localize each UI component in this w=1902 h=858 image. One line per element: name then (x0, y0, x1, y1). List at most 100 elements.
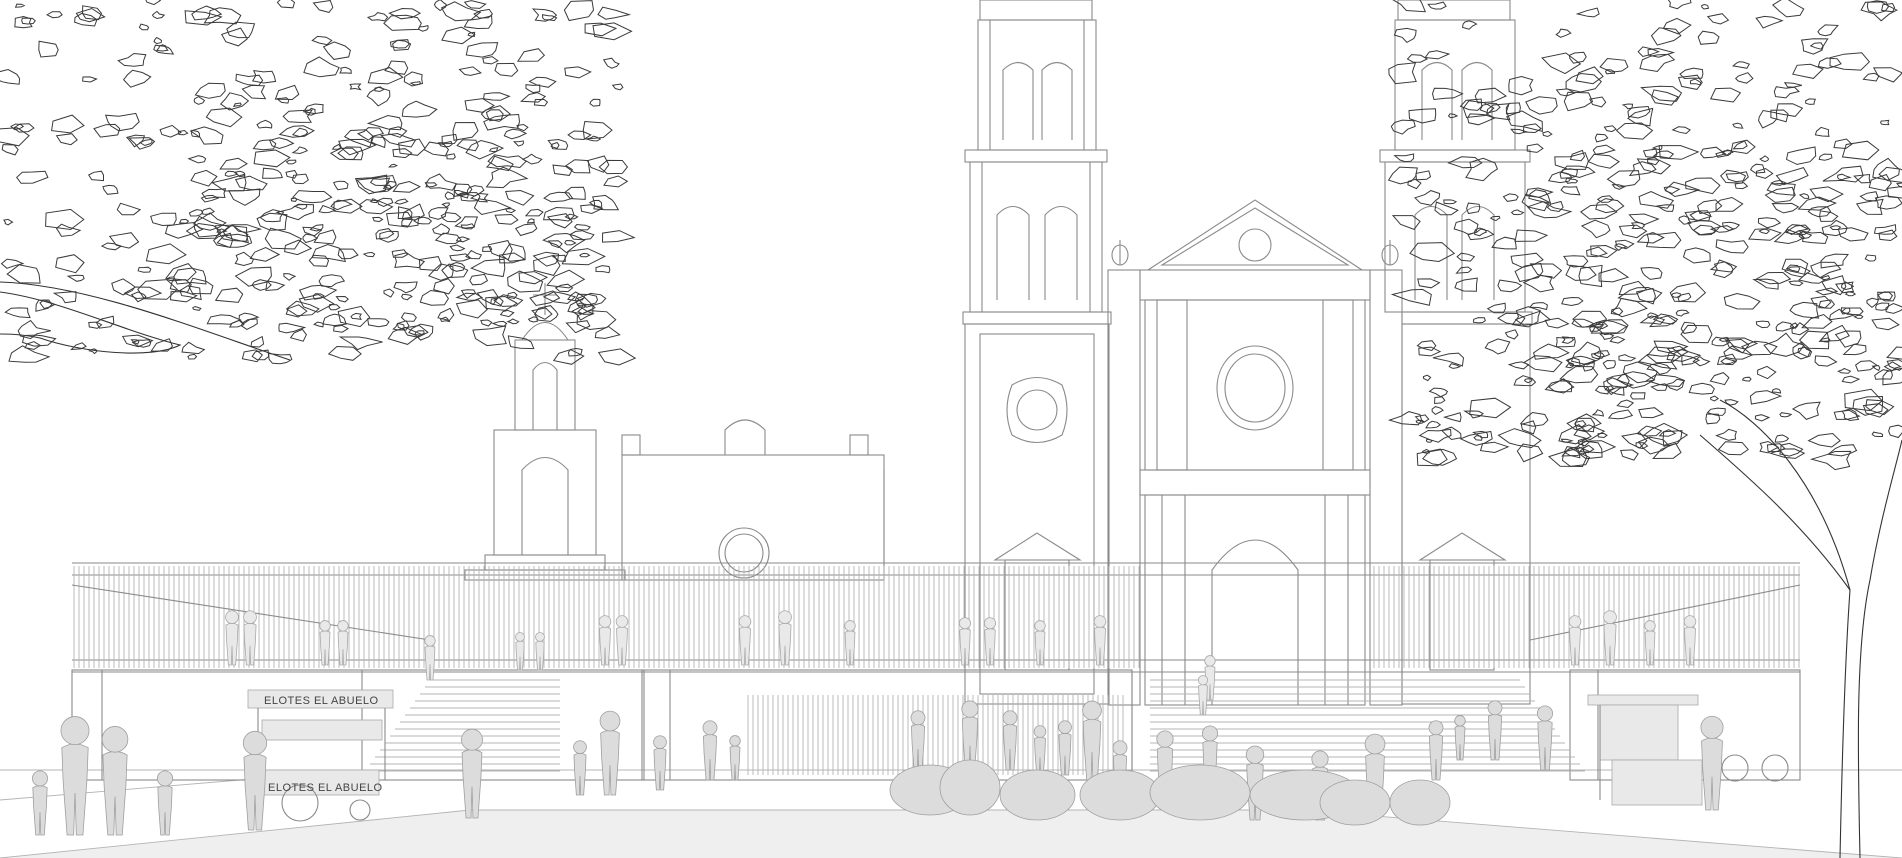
leaf-cluster (1805, 98, 1817, 105)
vendor-cart-right (1587, 694, 1789, 806)
leaf-cluster (1810, 295, 1832, 309)
person-silhouette (424, 645, 436, 681)
leaf-cluster (1502, 193, 1519, 202)
leaf-cluster (1785, 146, 1817, 165)
leaf-cluster (55, 223, 82, 237)
leaf-cluster (253, 149, 291, 168)
leaf-cluster (611, 83, 624, 91)
leaf-cluster (1837, 173, 1852, 181)
leaf-cluster (1710, 395, 1720, 402)
iron-fence (71, 562, 1801, 673)
leaf-cluster (1609, 336, 1626, 344)
left-tree-foliage (0, 0, 637, 366)
leaf-cluster (1755, 271, 1792, 285)
leaf-cluster (189, 126, 224, 145)
person-silhouette (1198, 684, 1208, 716)
leaf-cluster (1798, 193, 1810, 199)
person-silhouette (844, 630, 856, 666)
leaf-cluster (366, 86, 391, 107)
leaf-cluster (21, 17, 36, 25)
leaf-cluster (1422, 374, 1432, 382)
leaf-cluster (589, 98, 601, 107)
leaf-cluster (1800, 38, 1829, 55)
leaf-cluster (219, 92, 250, 111)
leaf-cluster (193, 96, 206, 105)
leaf-cluster (1709, 87, 1742, 103)
seated-person (1389, 779, 1451, 826)
person-silhouette (739, 626, 751, 666)
leaf-cluster (262, 167, 284, 179)
leaf-cluster (1587, 153, 1620, 169)
leaf-cluster (1709, 259, 1738, 273)
leaf-cluster (541, 14, 558, 22)
leaf-cluster (1872, 157, 1900, 181)
leaf-cluster (1392, 0, 1427, 13)
leaf-cluster (1526, 143, 1544, 153)
leaf-cluster (1797, 272, 1826, 284)
person-head (1603, 610, 1617, 624)
leaf-cluster (512, 140, 525, 147)
leaf-cluster (423, 141, 449, 157)
leaf-cluster (487, 240, 513, 261)
person-head (1644, 620, 1656, 632)
leaf-cluster (1749, 163, 1766, 174)
person-silhouette (729, 745, 741, 781)
person-head (1487, 700, 1503, 716)
leaf-cluster (332, 180, 349, 191)
leaf-cluster (187, 353, 198, 360)
leaf-cluster (276, 97, 290, 104)
leaf-cluster (1489, 215, 1501, 222)
leaf-cluster (1434, 396, 1446, 405)
leaf-cluster (137, 266, 152, 273)
leaf-cluster (1, 144, 19, 156)
leaf-cluster (1888, 424, 1902, 439)
leaf-cluster (1616, 371, 1656, 389)
leaf-cluster (293, 203, 308, 210)
leaf-cluster (1717, 441, 1749, 456)
leaf-cluster (1880, 119, 1890, 126)
person-head (337, 620, 349, 632)
person-head (1033, 725, 1047, 738)
cathedral-plaza-drawing: ELOTES EL ABUELO ELOTES EL ABUELO (0, 0, 1902, 858)
leaf-cluster (463, 0, 487, 9)
leaf-cluster (1427, 1, 1447, 10)
leaf-cluster (1508, 75, 1534, 96)
leaf-cluster (1774, 434, 1790, 443)
leaf-cluster (181, 341, 206, 355)
person-head (1093, 615, 1107, 628)
leaf-cluster (313, 229, 337, 245)
leaf-cluster (108, 232, 140, 249)
leaf-cluster (228, 188, 261, 206)
leaf-cluster (1755, 320, 1771, 329)
leaf-cluster (1467, 228, 1495, 241)
leaf-cluster (432, 223, 451, 236)
person-head (1197, 675, 1209, 686)
leaf-cluster (116, 202, 142, 216)
leaf-cluster (203, 7, 242, 25)
person-silhouette (600, 730, 620, 796)
leaf-cluster (413, 216, 433, 225)
leaf-cluster (188, 277, 214, 295)
leaf-cluster (249, 247, 281, 262)
leaf-cluster (1835, 281, 1855, 294)
people-background (225, 610, 1697, 716)
leaf-cluster (1510, 128, 1529, 135)
leaf-cluster (1428, 387, 1449, 398)
leaf-cluster (573, 223, 591, 231)
leaf-cluster (1525, 96, 1558, 115)
leaf-cluster (458, 66, 483, 76)
leaf-cluster (267, 352, 293, 365)
leaf-cluster (1562, 255, 1589, 268)
leaf-cluster (1759, 155, 1770, 163)
leaf-cluster (206, 314, 242, 325)
leaf-cluster (283, 273, 297, 281)
leaf-cluster (1715, 239, 1749, 254)
leaf-cluster (552, 164, 573, 176)
leaf-cluster (554, 283, 574, 293)
person-silhouette (1428, 734, 1444, 781)
leaf-cluster (1497, 279, 1523, 293)
leaf-cluster (1679, 67, 1704, 80)
leaf-cluster (383, 14, 422, 31)
leaf-cluster (1734, 72, 1754, 84)
leaf-cluster (576, 310, 617, 331)
